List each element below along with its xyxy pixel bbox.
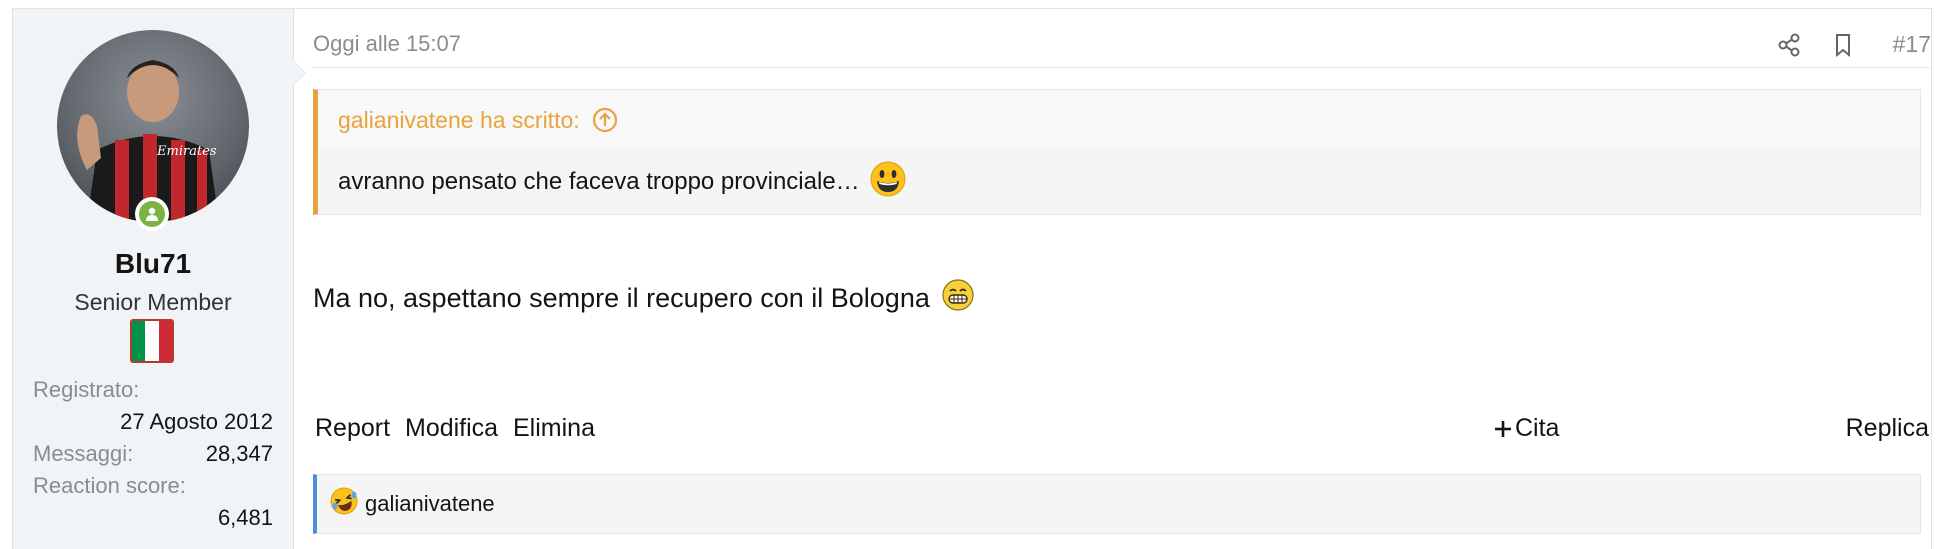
- quote-body: avranno pensato che faceva troppo provin…: [318, 150, 1920, 214]
- username-link[interactable]: Blu71: [13, 248, 293, 280]
- grin-emoji-icon: [942, 279, 974, 318]
- arrow-up-circle-icon[interactable]: [592, 107, 618, 133]
- stat-value-messages[interactable]: 28,347: [206, 441, 273, 467]
- reaction-users[interactable]: galianivatene: [365, 491, 495, 517]
- post-body: Ma no, aspettano sempre il recupero con …: [313, 279, 974, 318]
- stat-value-registered: 27 Agosto 2012: [120, 409, 273, 434]
- quote-author-line[interactable]: galianivatene ha scritto:: [338, 107, 580, 134]
- italy-flag-icon: [130, 319, 174, 363]
- quote-block: galianivatene ha scritto: avranno pensat…: [313, 89, 1921, 215]
- edit-button[interactable]: Modifica: [405, 414, 498, 443]
- post-main: Oggi alle 15:07 #17 galianivatene ha scr…: [313, 9, 1931, 549]
- reply-button[interactable]: Replica: [1846, 414, 1929, 443]
- quote-button[interactable]: Cita: [1493, 414, 1559, 443]
- post-number-link[interactable]: #17: [1893, 31, 1931, 58]
- user-title: Senior Member: [74, 289, 232, 315]
- laughing-emoji-icon: [329, 486, 359, 522]
- stat-label-messages: Messaggi:: [33, 441, 134, 466]
- header-divider: [313, 67, 1931, 68]
- report-button[interactable]: Report: [315, 414, 390, 443]
- quote-button-label: Cita: [1515, 414, 1560, 442]
- user-sidebar: Emirates Blu71 Senior Member Registrato:…: [13, 9, 306, 549]
- bookmark-icon[interactable]: [1829, 31, 1857, 59]
- stat-value-reaction-score: 6,481: [217, 505, 273, 530]
- delete-button[interactable]: Elimina: [513, 414, 595, 443]
- svg-text:Emirates: Emirates: [156, 144, 217, 159]
- forum-post: Emirates Blu71 Senior Member Registrato:…: [12, 8, 1932, 549]
- post-timestamp[interactable]: Oggi alle 15:07: [313, 31, 461, 57]
- quote-header[interactable]: galianivatene ha scritto:: [318, 90, 1920, 150]
- stat-label-reaction-score: Reaction score:: [33, 473, 186, 498]
- plus-icon: [1495, 420, 1511, 437]
- online-status: [135, 197, 169, 231]
- user-avatar[interactable]: Emirates: [57, 30, 249, 222]
- stat-label-registered: Registrato:: [33, 377, 140, 402]
- quote-text: avranno pensato che faceva troppo provin…: [338, 168, 860, 195]
- online-user-icon: [139, 201, 165, 227]
- post-body-text: Ma no, aspettano sempre il recupero con …: [313, 283, 930, 313]
- reactions-bar[interactable]: galianivatene: [313, 474, 1921, 534]
- share-icon[interactable]: [1775, 31, 1803, 59]
- grinning-emoji-icon: [870, 161, 906, 204]
